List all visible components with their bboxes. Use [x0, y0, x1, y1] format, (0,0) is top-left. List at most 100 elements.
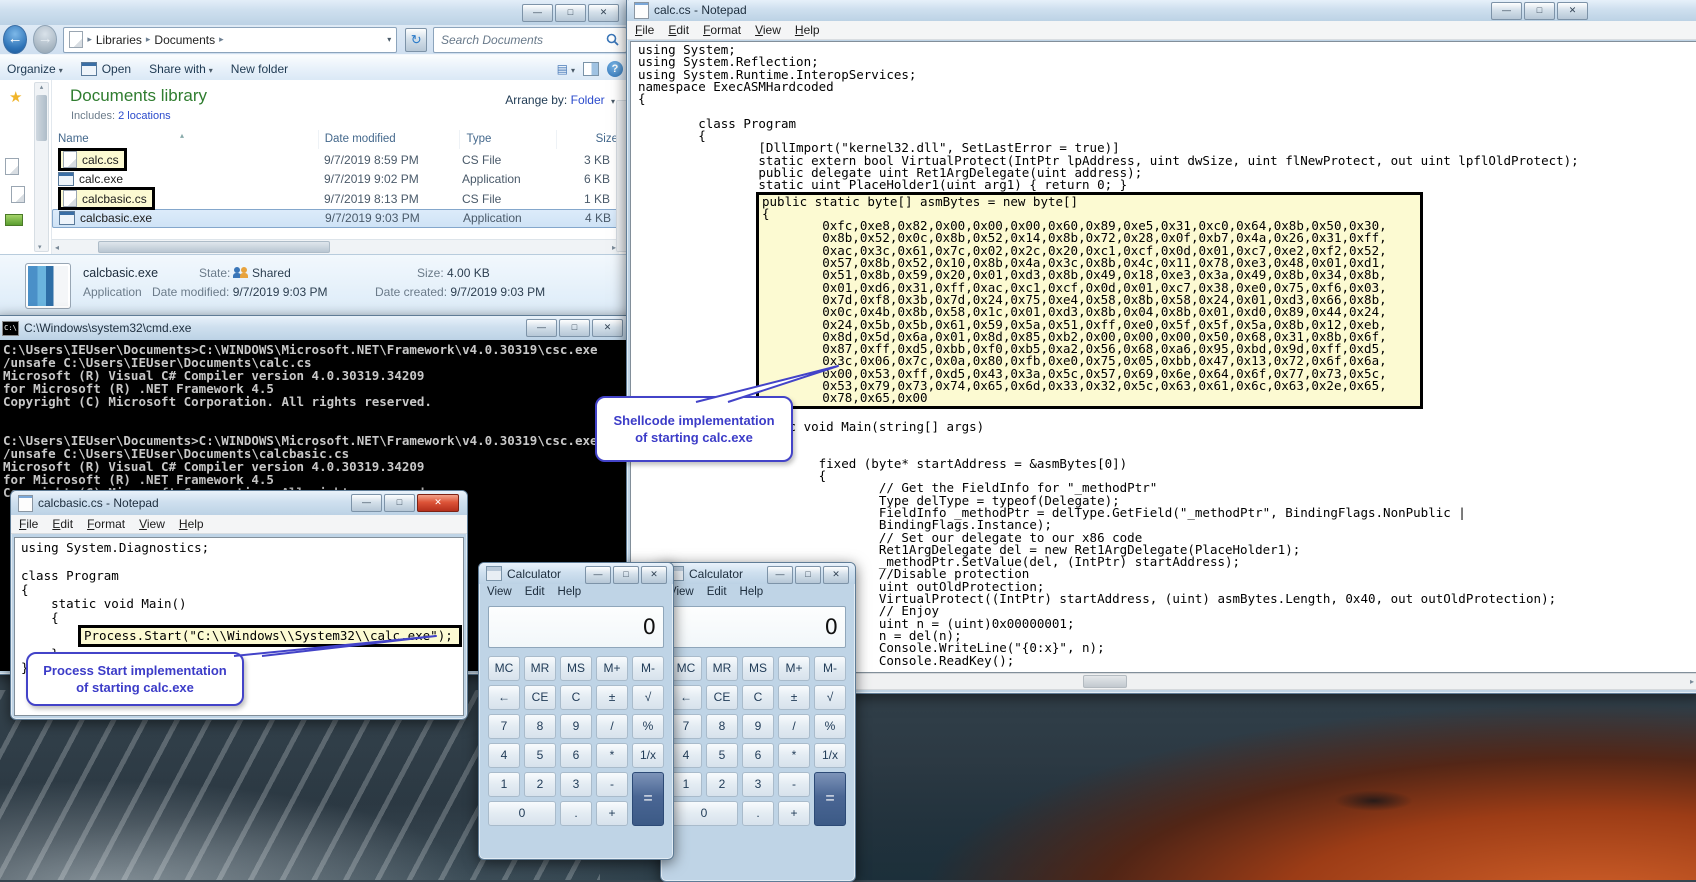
explorer-titlebar[interactable]: — □ ✕ — [0, 0, 633, 25]
notepad-calcbasic-titlebar[interactable]: calcbasic.cs - Notepad — □ ✕ — [11, 491, 467, 515]
key-ms[interactable]: MS — [742, 656, 774, 681]
key-4[interactable]: 4 — [488, 743, 520, 768]
file-list-hscrollbar[interactable]: ◂ ▸ — [52, 239, 619, 254]
key-mc[interactable]: MC — [488, 656, 520, 681]
key-negate[interactable]: ± — [778, 685, 810, 710]
key-9[interactable]: 9 — [742, 714, 774, 739]
maximize-icon[interactable]: □ — [384, 494, 415, 512]
menu-format[interactable]: Format — [87, 517, 125, 531]
file-row-calc-exe[interactable]: calc.exe 9/7/2019 9:02 PM Application 6 … — [52, 170, 619, 190]
calculator-titlebar[interactable]: Calculator — □ ✕ — [479, 563, 673, 584]
menu-edit[interactable]: Edit — [525, 586, 545, 598]
key-7[interactable]: 7 — [488, 714, 520, 739]
menu-edit[interactable]: Edit — [52, 517, 73, 531]
key-sqrt[interactable]: √ — [632, 685, 664, 710]
key-divide[interactable]: / — [778, 714, 810, 739]
minimize-icon[interactable]: — — [351, 494, 382, 512]
search-input[interactable]: Search Documents — [433, 26, 627, 53]
sidebar-documents-icon[interactable] — [11, 186, 25, 203]
menu-view[interactable]: View — [139, 517, 165, 531]
key-mplus[interactable]: M+ — [596, 656, 628, 681]
key-5[interactable]: 5 — [524, 743, 556, 768]
file-row-calc-cs[interactable]: calc.cs 9/7/2019 8:59 PM CS File 3 KB — [52, 148, 619, 172]
key-6[interactable]: 6 — [742, 743, 774, 768]
key-3[interactable]: 3 — [742, 772, 774, 797]
minimize-icon[interactable]: — — [1491, 2, 1522, 20]
key-ce[interactable]: CE — [524, 685, 556, 710]
key-6[interactable]: 6 — [560, 743, 592, 768]
key-mminus[interactable]: M- — [814, 656, 846, 681]
key-backspace[interactable]: ← — [670, 685, 702, 710]
key-reciprocal[interactable]: 1/x — [632, 743, 664, 768]
search-icon[interactable] — [606, 33, 619, 46]
breadcrumb[interactable]: ▸ Libraries ▸ Documents ▸ ▾ — [63, 26, 398, 53]
key-decimal[interactable]: . — [560, 801, 592, 826]
key-1[interactable]: 1 — [488, 772, 520, 797]
key-2[interactable]: 2 — [524, 772, 556, 797]
key-mr[interactable]: MR — [706, 656, 738, 681]
arrange-by[interactable]: Arrange by: Folder ▾ — [505, 93, 615, 107]
breadcrumb-dropdown-icon[interactable]: ▾ — [387, 35, 391, 44]
calculator-titlebar[interactable]: Calculator — □ ✕ — [661, 563, 855, 584]
key-ce[interactable]: CE — [706, 685, 738, 710]
key-2[interactable]: 2 — [706, 772, 738, 797]
menu-view[interactable]: View — [755, 23, 781, 37]
close-icon[interactable]: ✕ — [1557, 2, 1588, 20]
maximize-icon[interactable]: □ — [795, 566, 821, 584]
views-button[interactable]: ▤ ▾ — [557, 62, 575, 76]
column-type[interactable]: Type — [460, 130, 558, 149]
menu-format[interactable]: Format — [703, 23, 741, 37]
back-icon[interactable]: ← — [3, 25, 28, 54]
column-name[interactable]: Name ▴ — [52, 130, 319, 149]
forward-icon[interactable]: → — [33, 25, 58, 54]
minimize-icon[interactable]: — — [767, 566, 793, 584]
maximize-icon[interactable]: □ — [613, 566, 639, 584]
key-8[interactable]: 8 — [706, 714, 738, 739]
key-plus[interactable]: + — [596, 801, 628, 826]
key-9[interactable]: 9 — [560, 714, 592, 739]
key-backspace[interactable]: ← — [488, 685, 520, 710]
key-decimal[interactable]: . — [742, 801, 774, 826]
key-equals[interactable]: = — [814, 772, 846, 826]
menu-help[interactable]: Help — [179, 517, 204, 531]
locations-link[interactable]: 2 locations — [118, 110, 171, 122]
scroll-left-icon[interactable]: ◂ — [55, 243, 59, 252]
key-sqrt[interactable]: √ — [814, 685, 846, 710]
key-plus[interactable]: + — [778, 801, 810, 826]
help-icon[interactable]: ? — [607, 60, 623, 77]
key-1[interactable]: 1 — [670, 772, 702, 797]
menu-edit[interactable]: Edit — [668, 23, 689, 37]
key-minus[interactable]: - — [778, 772, 810, 797]
key-mplus[interactable]: M+ — [778, 656, 810, 681]
menu-file[interactable]: File — [635, 23, 654, 37]
key-minus[interactable]: - — [596, 772, 628, 797]
scroll-right-icon[interactable]: ▸ — [1690, 677, 1694, 686]
key-reciprocal[interactable]: 1/x — [814, 743, 846, 768]
scrollbar-thumb[interactable] — [36, 95, 47, 141]
new-folder-button[interactable]: New folder — [231, 62, 288, 76]
close-icon[interactable]: ✕ — [588, 4, 619, 22]
close-icon[interactable]: ✕ — [823, 566, 849, 584]
key-ms[interactable]: MS — [560, 656, 592, 681]
scrollbar-thumb[interactable] — [1083, 675, 1127, 688]
key-multiply[interactable]: * — [596, 743, 628, 768]
key-negate[interactable]: ± — [596, 685, 628, 710]
notepad-calc-titlebar[interactable]: calc.cs - Notepad — □ ✕ — [627, 0, 1696, 21]
menu-help[interactable]: Help — [558, 586, 582, 598]
menu-edit[interactable]: Edit — [707, 586, 727, 598]
file-row-calcbasic-cs[interactable]: calcbasic.cs 9/7/2019 8:13 PM CS File 1 … — [52, 187, 619, 211]
key-mr[interactable]: MR — [524, 656, 556, 681]
cmd-titlebar[interactable]: C:\ C:\Windows\system32\cmd.exe — □ ✕ — [0, 316, 635, 340]
breadcrumb-documents[interactable]: Documents — [154, 33, 215, 47]
file-row-calcbasic-exe[interactable]: calcbasic.exe 9/7/2019 9:03 PM Applicati… — [52, 208, 619, 228]
key-mc[interactable]: MC — [670, 656, 702, 681]
key-equals[interactable]: = — [632, 772, 664, 826]
key-percent[interactable]: % — [814, 714, 846, 739]
scroll-down-icon[interactable]: ▾ — [38, 243, 42, 251]
maximize-icon[interactable]: □ — [1524, 2, 1555, 20]
sidebar-drive-icon[interactable] — [5, 214, 23, 226]
sidebar-libraries-icon[interactable] — [5, 158, 19, 175]
column-date-modified[interactable]: Date modified — [319, 130, 461, 149]
key-0[interactable]: 0 — [670, 801, 738, 826]
key-0[interactable]: 0 — [488, 801, 556, 826]
